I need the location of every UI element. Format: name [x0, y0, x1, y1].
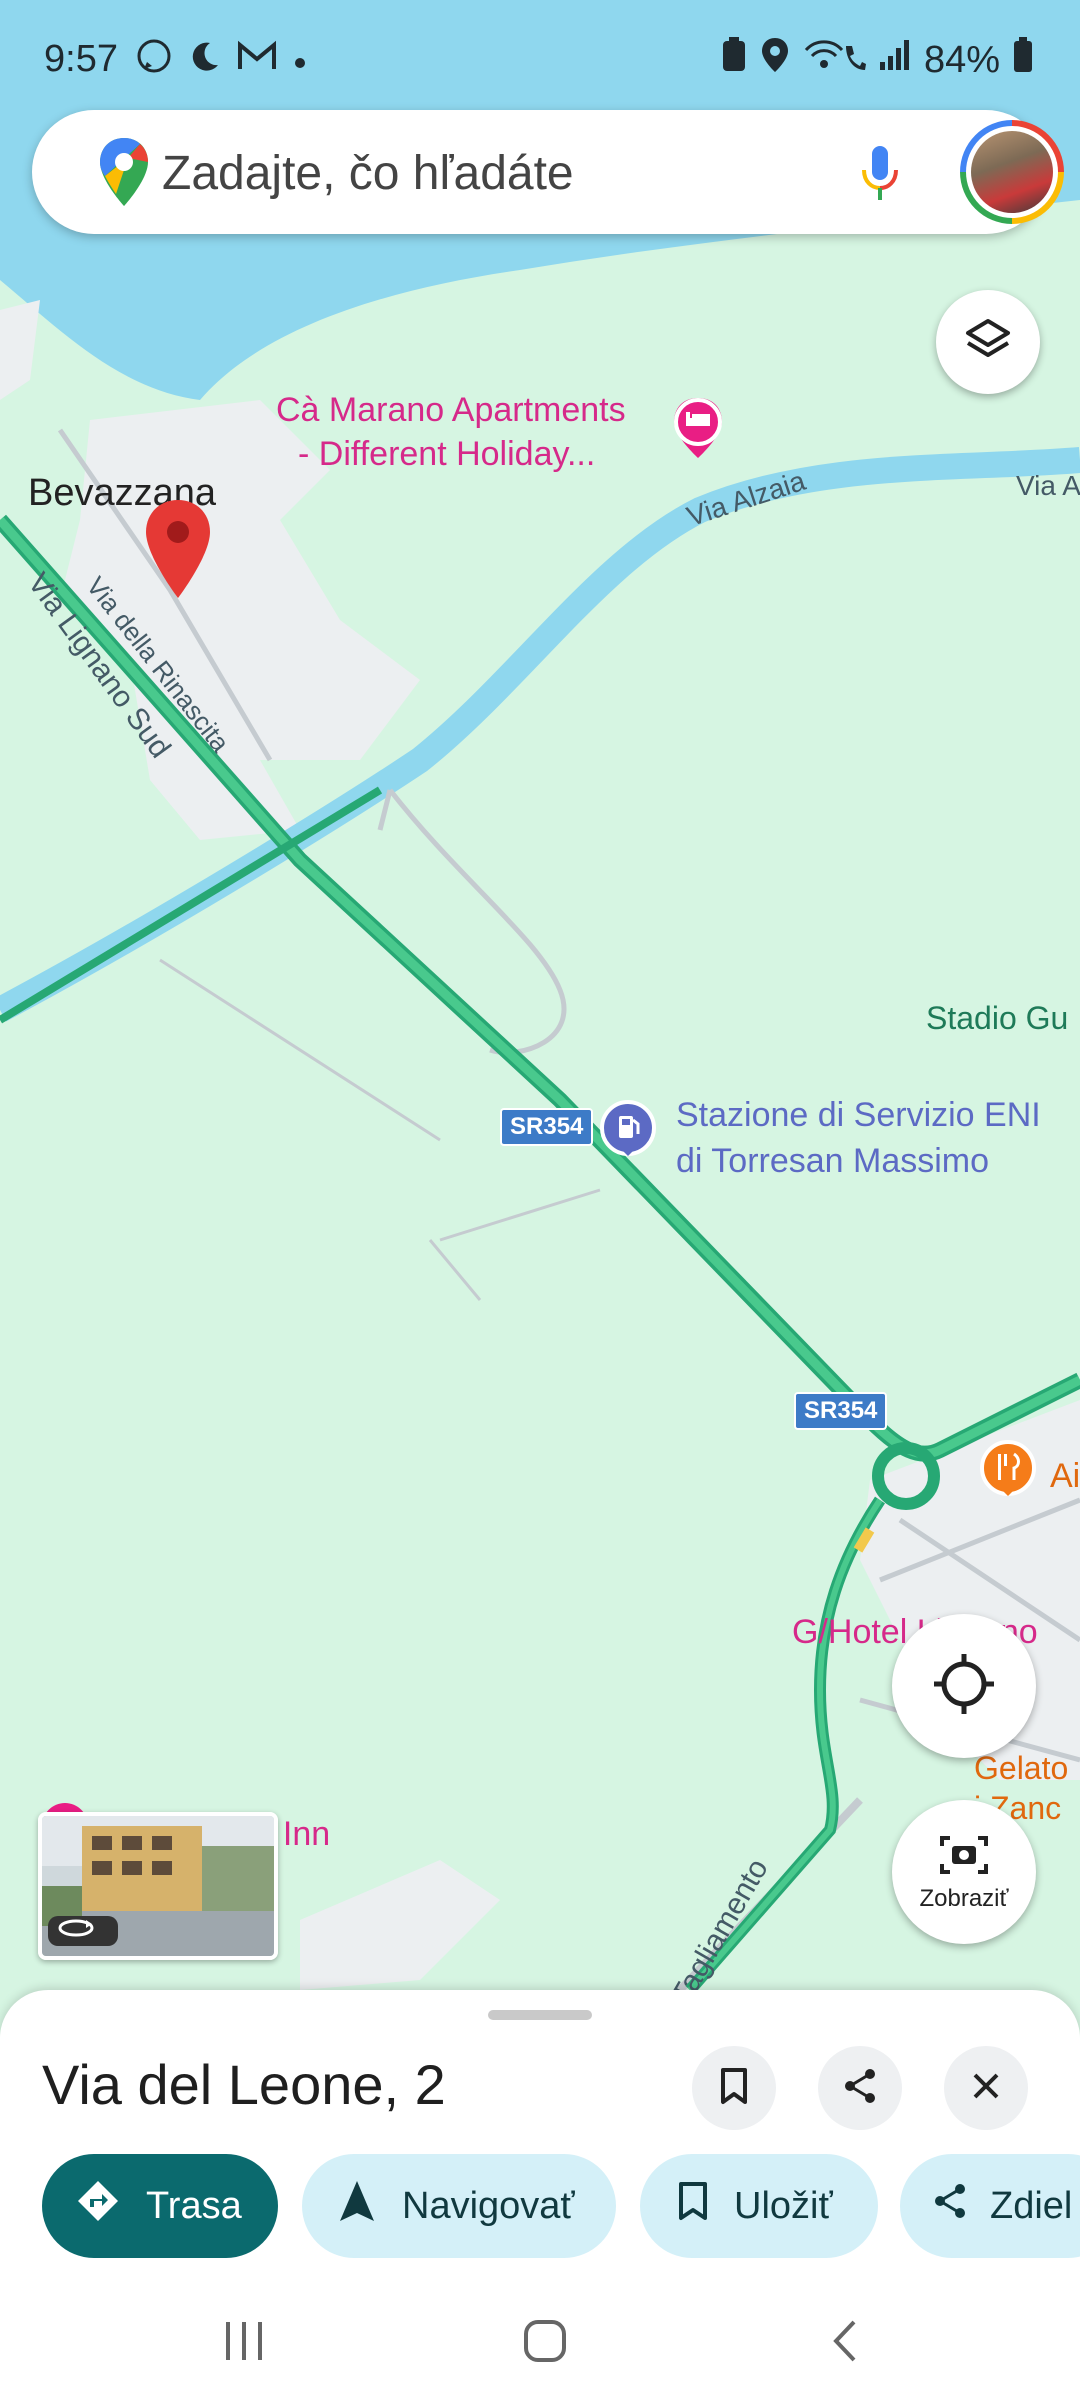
sheet-drag-handle[interactable] — [488, 2010, 592, 2020]
close-icon — [969, 2069, 1003, 2108]
system-navigation-bar — [0, 2280, 1080, 2400]
save-bookmark-icon — [676, 2180, 710, 2232]
battery-percent: 84% — [923, 38, 1000, 81]
wifi-call-icon — [802, 36, 866, 84]
map-label-eni-2[interactable]: di Torresan Massimo — [676, 1138, 989, 1184]
home-icon[interactable] — [522, 2318, 568, 2369]
selected-location-pin-icon[interactable] — [142, 498, 214, 607]
map-label-via-alzaia-edge: Via A — [1016, 470, 1080, 501]
save-button[interactable]: Uložiť — [640, 2154, 878, 2258]
lens-view-label: Zobraziť — [919, 1884, 1009, 1912]
map-label-eni-1[interactable]: Stazione di Servizio ENI — [676, 1092, 1041, 1138]
whatsapp-icon — [134, 36, 174, 86]
status-bar: 9:57 84% — [0, 0, 1080, 110]
gmail-icon — [236, 39, 278, 83]
crosshair-icon — [932, 1652, 996, 1721]
lens-view-button[interactable]: Zobraziť — [892, 1800, 1036, 1944]
layers-button[interactable] — [936, 290, 1040, 394]
close-button[interactable] — [944, 2046, 1028, 2130]
bookmark-icon — [717, 2066, 751, 2111]
share-chip-label: Zdiel — [990, 2184, 1073, 2227]
status-time: 9:57 — [44, 38, 118, 80]
navigate-label: Navigovať — [402, 2184, 575, 2227]
route-label: Trasa — [146, 2184, 242, 2227]
location-icon — [760, 36, 790, 84]
street-view-thumbnail[interactable] — [38, 1812, 278, 1960]
avatar-photo — [971, 131, 1053, 213]
dot-icon — [290, 40, 310, 83]
route-button[interactable]: Trasa — [42, 2154, 278, 2258]
share-icon — [840, 2066, 880, 2111]
place-title: Via del Leone, 2 — [42, 2053, 446, 2116]
hotel-poi-icon[interactable] — [668, 394, 728, 469]
camera-icon — [938, 1832, 990, 1883]
map-label-restaurant-edge[interactable]: Ai — [1050, 1456, 1080, 1496]
battery-icon — [1012, 36, 1034, 84]
share-chip-button[interactable]: Zdiel — [900, 2154, 1080, 2258]
map-label-ca-marano-1[interactable]: Cà Marano Apartments — [276, 388, 626, 432]
save-label: Uložiť — [734, 2184, 833, 2227]
battery-saver-icon — [720, 36, 748, 84]
street-view-rotate-icon — [56, 1916, 96, 1945]
search-bar[interactable]: Zadajte, čo hľadáte — [32, 110, 1064, 234]
road-shield-sr354-a: SR354 — [500, 1108, 594, 1146]
account-avatar[interactable] — [960, 120, 1064, 224]
directions-icon — [76, 2179, 120, 2233]
layers-icon — [963, 315, 1013, 370]
bookmark-button[interactable] — [692, 2046, 776, 2130]
signal-icon — [878, 38, 912, 82]
moon-icon — [186, 37, 224, 85]
back-icon[interactable] — [830, 2318, 860, 2369]
road-shield-sr354-b: SR354 — [794, 1392, 888, 1430]
microphone-icon[interactable] — [858, 142, 902, 211]
share-chip-icon — [930, 2181, 970, 2231]
share-button[interactable] — [818, 2046, 902, 2130]
recent-apps-icon[interactable] — [222, 2320, 266, 2367]
navigation-arrow-icon — [338, 2179, 376, 2233]
restaurant-poi-icon[interactable] — [978, 1438, 1038, 1513]
map-label-gelato-1[interactable]: Gelato — [974, 1748, 1068, 1788]
gas-station-poi-icon[interactable] — [598, 1098, 658, 1173]
map-label-stadio[interactable]: Stadio Gu — [926, 1000, 1068, 1037]
navigate-button[interactable]: Navigovať — [302, 2154, 616, 2258]
google-maps-logo-icon — [98, 136, 150, 213]
search-input[interactable]: Zadajte, čo hľadáte — [162, 146, 574, 201]
my-location-button[interactable] — [892, 1614, 1036, 1758]
map-label-ca-marano-2[interactable]: - Different Holiday... — [298, 432, 595, 476]
